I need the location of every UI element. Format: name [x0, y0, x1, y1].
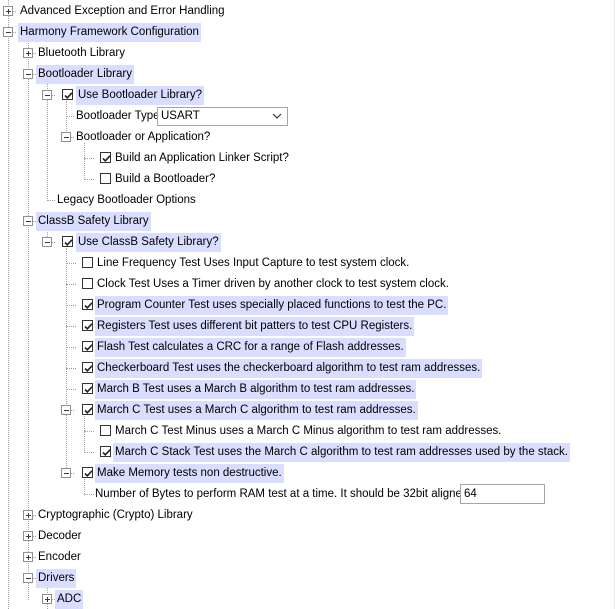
line-frequency-test-checkbox[interactable] [82, 257, 93, 268]
minus-expander-icon[interactable] [61, 405, 71, 415]
tree-item-adc[interactable]: ADC [55, 590, 84, 609]
minus-expander-icon[interactable] [23, 69, 33, 79]
bytes-per-ram-test-label: Number of Bytes to perform RAM test at a… [95, 488, 472, 500]
tree-line [84, 158, 94, 159]
tree-item-encoder[interactable]: Encoder [36, 548, 83, 567]
tree-line [66, 305, 76, 306]
minus-expander-icon[interactable] [61, 132, 71, 142]
tree-line [66, 116, 74, 117]
minus-expander-icon[interactable] [42, 237, 52, 247]
tree-line [84, 416, 85, 453]
tree-line [66, 389, 76, 390]
checkmark-icon [84, 386, 93, 393]
registers-test-checkbox[interactable] [82, 320, 93, 331]
configuration-tree[interactable]: Advanced Exception and Error Handling Ha… [0, 0, 615, 609]
flash-test-checkbox[interactable] [82, 341, 93, 352]
clock-test-checkbox[interactable] [82, 278, 93, 289]
tree-item-build-bootloader[interactable]: Build a Bootloader? [113, 170, 217, 189]
checkmark-icon [64, 92, 73, 99]
checkmark-icon [84, 323, 93, 330]
tree-line [66, 347, 76, 348]
build-bootloader-checkbox[interactable] [100, 173, 111, 184]
bootloader-type-label: Bootloader Type [76, 110, 160, 122]
tree-item-march-b-test[interactable]: March B Test uses a March B algorithm to… [95, 380, 417, 399]
minus-expander-icon[interactable] [3, 27, 13, 37]
minus-expander-icon[interactable] [61, 468, 71, 478]
tree-line [66, 263, 76, 264]
tree-line [84, 479, 85, 494]
march-c-test-checkbox[interactable] [82, 404, 93, 415]
tree-item-decoder[interactable]: Decoder [36, 527, 83, 546]
tree-item-memory-non-destructive[interactable]: Make Memory tests non destructive. [95, 464, 284, 483]
tree-item-line-frequency-test[interactable]: Line Frequency Test Uses Input Capture t… [95, 254, 411, 273]
bootloader-type-value: USART [161, 110, 200, 122]
tree-item-crypto-library[interactable]: Cryptographic (Crypto) Library [36, 506, 195, 525]
march-c-stack-test-checkbox[interactable] [100, 446, 111, 457]
use-classb-safety-library-checkbox[interactable] [62, 236, 73, 247]
tree-item-march-c-test[interactable]: March C Test uses a March C algorithm to… [95, 401, 418, 420]
plus-expander-icon[interactable] [23, 48, 33, 58]
tree-item-use-bootloader-library[interactable]: Use Bootloader Library? [76, 86, 205, 105]
plus-expander-icon[interactable] [23, 531, 33, 541]
use-bootloader-library-checkbox[interactable] [62, 89, 73, 100]
tree-item-advanced-exception[interactable]: Advanced Exception and Error Handling [18, 2, 227, 21]
checkmark-icon [84, 470, 93, 477]
minus-expander-icon[interactable] [23, 216, 33, 226]
minus-expander-icon[interactable] [42, 90, 52, 100]
tree-line [84, 452, 94, 453]
bytes-per-ram-test-field[interactable]: 64 [460, 484, 545, 504]
plus-expander-icon[interactable] [3, 6, 13, 16]
tree-item-march-c-stack-test[interactable]: March C Stack Test uses the March C algo… [113, 443, 570, 462]
checkmark-icon [84, 302, 93, 309]
tree-line [8, 0, 9, 609]
checkmark-icon [84, 365, 93, 372]
chevron-down-icon [272, 113, 282, 119]
checkmark-icon [84, 344, 93, 351]
tree-item-checkerboard-test[interactable]: Checkerboard Test uses the checkerboard … [95, 359, 483, 378]
program-counter-test-checkbox[interactable] [82, 299, 93, 310]
tree-line [66, 368, 76, 369]
tree-item-march-c-minus-test[interactable]: March C Test Minus uses a March C Minus … [113, 422, 503, 441]
tree-item-use-classb-safety-library[interactable]: Use ClassB Safety Library? [76, 233, 221, 252]
checkmark-icon [102, 155, 111, 162]
tree-line [66, 326, 76, 327]
bootloader-type-select[interactable]: USART [157, 107, 288, 126]
tree-line [84, 431, 94, 432]
checkmark-icon [84, 407, 93, 414]
tree-line [84, 143, 85, 180]
memory-non-destructive-checkbox[interactable] [82, 467, 93, 478]
minus-expander-icon[interactable] [23, 573, 33, 583]
tree-line [47, 200, 55, 201]
tree-item-program-counter-test[interactable]: Program Counter Test uses specially plac… [95, 296, 449, 315]
build-application-linker-checkbox[interactable] [100, 152, 111, 163]
tree-item-flash-test[interactable]: Flash Test calculates a CRC for a range … [95, 338, 406, 357]
tree-item-harmony-framework[interactable]: Harmony Framework Configuration [18, 23, 201, 42]
tree-line [66, 284, 76, 285]
plus-expander-icon[interactable] [23, 510, 33, 520]
tree-item-build-application-linker[interactable]: Build an Application Linker Script? [113, 149, 291, 168]
checkerboard-test-checkbox[interactable] [82, 362, 93, 373]
tree-item-bootloader-library[interactable]: Bootloader Library [36, 65, 134, 84]
plus-expander-icon[interactable] [23, 552, 33, 562]
tree-item-bluetooth-library[interactable]: Bluetooth Library [36, 44, 127, 63]
plus-expander-icon[interactable] [42, 594, 52, 604]
checkmark-icon [64, 239, 73, 246]
tree-item-bootloader-or-application[interactable]: Bootloader or Application? [74, 128, 212, 147]
checkmark-icon [102, 449, 111, 456]
march-c-minus-test-checkbox[interactable] [100, 425, 111, 436]
tree-line [84, 179, 94, 180]
tree-item-legacy-bootloader-options[interactable]: Legacy Bootloader Options [55, 191, 198, 210]
tree-item-drivers[interactable]: Drivers [36, 569, 77, 588]
tree-item-registers-test[interactable]: Registers Test uses different bit patter… [95, 317, 415, 336]
tree-line [66, 248, 67, 474]
tree-line [84, 494, 94, 495]
tree-item-classb-safety-library[interactable]: ClassB Safety Library [36, 212, 151, 231]
tree-item-clock-test[interactable]: Clock Test Uses a Timer driven by anothe… [95, 275, 451, 294]
march-b-test-checkbox[interactable] [82, 383, 93, 394]
